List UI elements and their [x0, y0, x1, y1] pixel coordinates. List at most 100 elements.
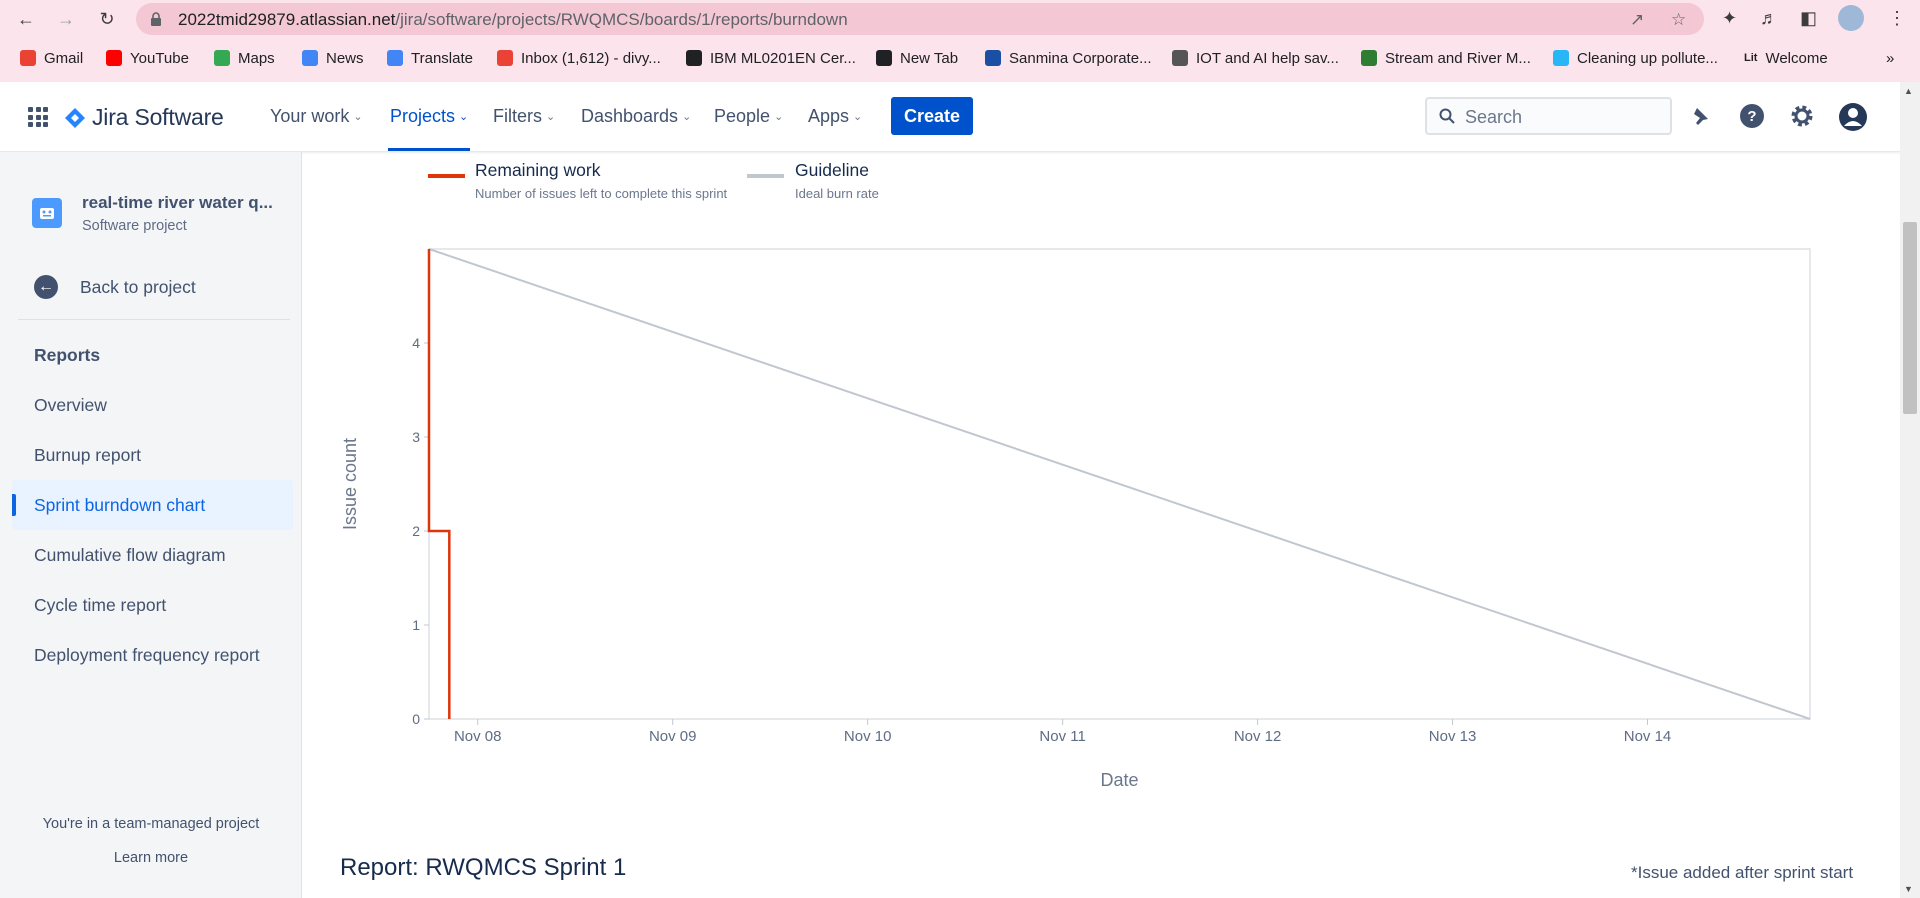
bookmark-item[interactable]: Sanmina Corporate... — [985, 48, 1152, 68]
nav-apps[interactable]: Apps ⌄ — [808, 106, 862, 127]
sidebar-item-cumulative-flow-diagram[interactable]: Cumulative flow diagram — [12, 530, 293, 580]
sidebar-item-burnup-report[interactable]: Burnup report — [12, 430, 293, 480]
x-tick-label: Nov 14 — [1624, 728, 1672, 745]
sidebar-item-cycle-time-report[interactable]: Cycle time report — [12, 580, 293, 630]
nav-dashboards[interactable]: Dashboards ⌄ — [581, 106, 691, 127]
chevron-down-icon: ⌄ — [459, 111, 469, 123]
more-bookmarks-icon[interactable]: » — [1886, 48, 1894, 68]
settings-gear-icon[interactable] — [1788, 102, 1816, 130]
extensions-icon[interactable]: ✦ — [1722, 8, 1737, 29]
back-arrow-icon[interactable]: ← — [15, 8, 37, 30]
jira-logo-text: Jira Software — [92, 104, 224, 130]
side-panel-icon[interactable]: ◧ — [1800, 8, 1817, 29]
share-icon[interactable]: ↗ — [1630, 10, 1644, 30]
bookmark-item[interactable]: IBM ML0201EN Cer... — [686, 48, 856, 68]
project-avatar-icon — [40, 208, 54, 219]
bookmark-label: Gmail — [44, 49, 84, 67]
nav-people[interactable]: People ⌄ — [714, 106, 783, 127]
report-note: *Issue added after sprint start — [1631, 863, 1854, 882]
bookmark-label: Cleaning up pollute... — [1577, 49, 1718, 67]
x-tick-label: Nov 08 — [454, 728, 502, 745]
profile-avatar[interactable] — [1838, 5, 1864, 31]
x-tick-label: Nov 12 — [1234, 728, 1282, 745]
bookmark-star-icon[interactable]: ☆ — [1671, 10, 1686, 30]
maps-icon — [214, 50, 230, 66]
bookmark-label: IOT and AI help sav... — [1196, 49, 1339, 67]
project-avatar — [32, 198, 62, 228]
nav-filters-label: Filters — [493, 106, 542, 126]
x-axis-label: Date — [1100, 770, 1138, 790]
page-scrollbar[interactable] — [1900, 82, 1920, 898]
team-managed-notice: You're in a team-managed project — [42, 816, 260, 832]
nav-projects-label: Projects — [390, 106, 456, 126]
bookmark-item[interactable]: Lit Welcome — [1744, 48, 1828, 68]
bookmark-item[interactable]: New Tab — [876, 48, 958, 68]
lit-icon: Lit — [1744, 52, 1758, 64]
chevron-down-icon: ⌄ — [774, 111, 784, 123]
bookmark-item[interactable]: Translate — [387, 48, 473, 68]
bookmark-item[interactable]: YouTube — [106, 48, 189, 68]
f-icon — [1361, 50, 1377, 66]
x-tick-label: Nov 09 — [649, 728, 697, 745]
bookmark-label: News — [326, 49, 364, 67]
reload-icon[interactable]: ↻ — [96, 8, 118, 30]
report-title: Report: RWQMCS Sprint 1 — [340, 854, 627, 881]
profile-icon[interactable] — [1838, 102, 1868, 132]
bike-icon — [1172, 50, 1188, 66]
back-to-project-link[interactable]: ← Back to project — [34, 275, 196, 299]
address-bar[interactable]: 2022tmid29879.atlassian.net/jira/softwar… — [136, 3, 1704, 35]
bookmark-item[interactable]: Stream and River M... — [1361, 48, 1531, 68]
app-switcher-icon[interactable] — [28, 107, 48, 127]
search-input[interactable]: Search — [1425, 97, 1672, 135]
sidebar-item-sprint-burndown-chart[interactable]: Sprint burndown chart — [12, 480, 293, 530]
bookmark-label: Sanmina Corporate... — [1009, 49, 1152, 67]
bookmark-item[interactable]: News — [302, 48, 364, 68]
bookmark-label: YouTube — [130, 49, 189, 67]
learn-more-link[interactable]: Learn more — [0, 850, 302, 866]
bookmark-item[interactable]: Maps — [214, 48, 275, 68]
media-control-icon[interactable]: ♬ — [1760, 8, 1778, 29]
sidebar: real-time river water q... Software proj… — [0, 152, 302, 898]
active-nav-indicator — [388, 148, 470, 151]
reports-heading: Reports — [34, 345, 101, 365]
create-button[interactable]: Create — [891, 97, 973, 135]
y-tick-label: 1 — [412, 617, 420, 633]
bookmark-item[interactable]: IOT and AI help sav... — [1172, 48, 1339, 68]
back-arrow-circle-icon: ← — [34, 275, 58, 299]
nav-dashboards-label: Dashboards — [581, 106, 679, 126]
project-name[interactable]: real-time river water q... — [82, 193, 273, 213]
scroll-up-arrow-icon[interactable]: ▲ — [1904, 86, 1913, 96]
url-host: 2022tmid29879.atlassian.net — [178, 10, 396, 29]
chevron-down-icon: ⌄ — [353, 111, 363, 123]
scroll-down-arrow-icon[interactable]: ▼ — [1904, 884, 1913, 894]
bookmark-label: Welcome — [1765, 49, 1828, 67]
bookmark-label: Stream and River M... — [1385, 49, 1531, 67]
bookmark-item[interactable]: Gmail — [20, 48, 83, 68]
browser-menu-icon[interactable]: ⋮ — [1888, 8, 1906, 29]
nav-your-work[interactable]: Your work ⌄ — [270, 106, 363, 127]
bookmark-item[interactable]: Cleaning up pollute... — [1553, 48, 1718, 68]
sidebar-divider — [18, 319, 290, 320]
jira-diamond-icon — [65, 107, 85, 128]
chevron-down-icon: ⌄ — [853, 111, 863, 123]
jira-logo[interactable]: Jira Software — [64, 104, 224, 131]
nav-people-label: People — [714, 106, 771, 126]
bookmarks-bar: Gmail YouTube Maps News Translate Inbox (1,61… — [0, 42, 1920, 74]
gmail-icon — [497, 50, 513, 66]
nav-projects[interactable]: Projects ⌄ — [390, 106, 468, 127]
forward-arrow-icon[interactable]: → — [55, 8, 77, 30]
bookmark-item[interactable]: Inbox (1,612) - divy... — [497, 48, 661, 68]
nav-filters[interactable]: Filters ⌄ — [493, 106, 555, 127]
jira-top-nav: Jira Software Your work ⌄ Projects ⌄ Filte… — [0, 82, 1920, 152]
sidebar-item-deployment-frequency-report[interactable]: Deployment frequency report — [12, 630, 293, 680]
chevron-down-icon: ⌄ — [682, 111, 692, 123]
url-path: /jira/software/projects/RWQMCS/boards/1/… — [395, 10, 848, 29]
youtube-icon — [106, 50, 122, 66]
scrollbar-thumb[interactable] — [1903, 222, 1917, 414]
notifications-icon[interactable] — [1688, 102, 1716, 130]
x-tick-label: Nov 13 — [1429, 728, 1477, 745]
help-icon[interactable]: ? — [1738, 102, 1766, 130]
url-text: 2022tmid29879.atlassian.net/jira/softwar… — [178, 10, 848, 30]
sidebar-item-overview[interactable]: Overview — [12, 380, 293, 430]
x-tick-label: Nov 11 — [1039, 728, 1085, 745]
